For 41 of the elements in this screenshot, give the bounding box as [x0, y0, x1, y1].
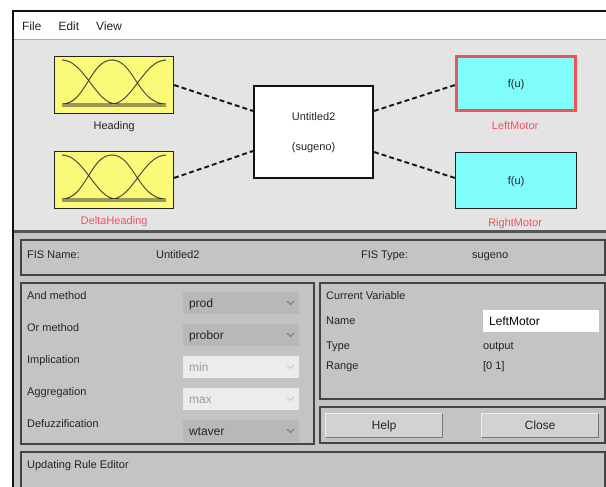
system-node[interactable]: Untitled2 (sugeno)	[253, 85, 374, 179]
input-node[interactable]	[54, 56, 174, 114]
method-label: Aggregation	[27, 386, 86, 398]
variable-label: Range	[326, 360, 360, 372]
output-label: RightMotor	[487, 217, 543, 229]
caret-icon	[286, 428, 295, 434]
variable-label: Type	[326, 340, 351, 352]
fis-type: sugeno	[472, 249, 508, 261]
method-dropdown[interactable]: probor	[183, 324, 299, 346]
caret-icon	[286, 300, 295, 306]
input-label: DeltaHeading	[80, 215, 148, 227]
status-text: Updating Rule Editor	[27, 459, 129, 471]
method-label: Or method	[27, 322, 79, 334]
system-name: Untitled2	[292, 111, 336, 123]
caret-icon	[286, 396, 295, 402]
method-label: Defuzzification	[27, 418, 99, 430]
caret-icon	[286, 332, 295, 338]
help-button[interactable]: Help	[325, 412, 443, 438]
fis-name-label: FIS Name:	[27, 249, 80, 261]
caret-icon	[286, 364, 295, 370]
menu-item[interactable]: Edit	[58, 18, 80, 32]
input-node[interactable]	[54, 151, 174, 209]
system-type: (sugeno)	[292, 141, 336, 153]
fis-type-label: FIS Type:	[361, 249, 408, 261]
method-dropdown[interactable]: prod	[183, 292, 299, 314]
menu-item[interactable]: View	[96, 18, 122, 32]
output-node[interactable]: f(u)	[455, 152, 577, 209]
output-node[interactable]: f(u)	[455, 55, 577, 112]
name-field[interactable]: LeftMotor	[483, 310, 599, 332]
panel-title: Current Variable	[326, 290, 406, 302]
method-label: And method	[27, 290, 86, 302]
close-button[interactable]: Close	[481, 412, 599, 438]
variable-type: output	[483, 340, 515, 352]
variable-range: [0 1]	[483, 360, 506, 372]
variable-label: Name	[326, 315, 356, 327]
method-dropdown[interactable]: wtaver	[183, 420, 299, 442]
input-label: Heading	[92, 120, 136, 132]
method-label: Implication	[27, 354, 80, 366]
fis-name: Untitled2	[156, 249, 200, 261]
output-label: LeftMotor	[490, 120, 540, 132]
menu-item[interactable]: File	[22, 18, 42, 32]
